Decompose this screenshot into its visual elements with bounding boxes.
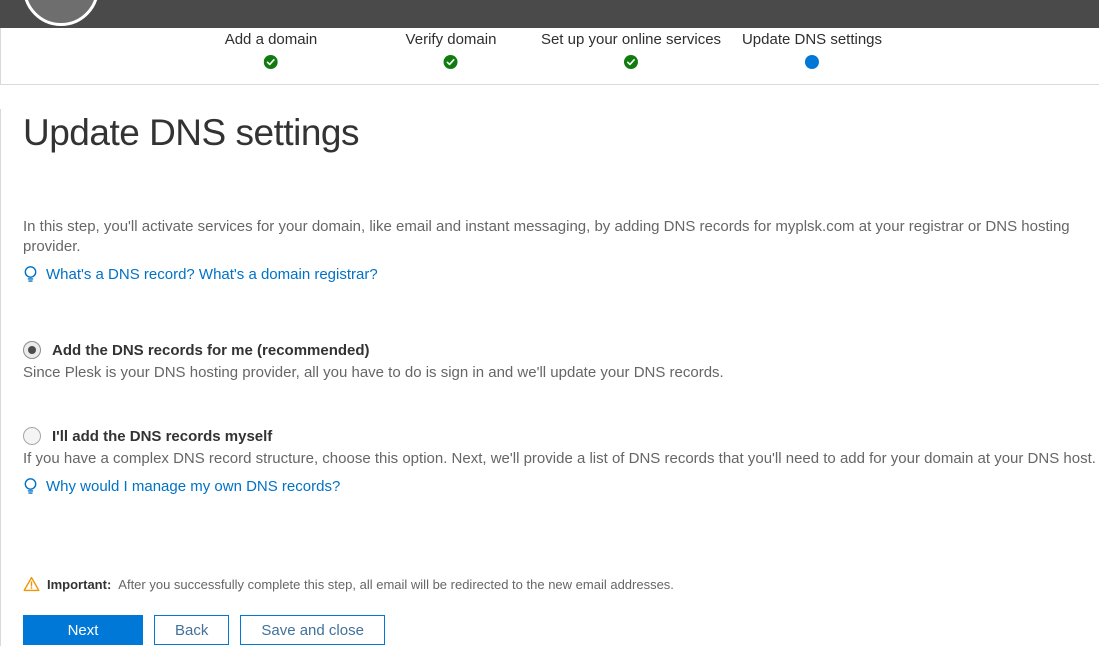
lightbulb-icon (23, 265, 38, 284)
manage-own-dns-link[interactable]: Why would I manage my own DNS records? (46, 478, 340, 495)
wizard-stepper: Add a domain Verify domain Set up your o… (0, 28, 1099, 85)
save-and-close-button[interactable]: Save and close (240, 615, 385, 645)
avatar[interactable] (23, 0, 99, 26)
step-label: Update DNS settings (742, 31, 882, 48)
step-set-up-online-services: Set up your online services (541, 31, 721, 69)
step-label: Add a domain (225, 31, 318, 48)
action-buttons: Next Back Save and close (23, 615, 1099, 645)
warning-triangle-icon (23, 576, 40, 592)
notice-label: Important: (47, 577, 111, 592)
step-label: Set up your online services (541, 31, 721, 48)
next-button[interactable]: Next (23, 615, 143, 645)
dns-record-help-link[interactable]: What's a DNS record? What's a domain reg… (46, 266, 378, 283)
option-add-records-for-me[interactable]: Add the DNS records for me (recommended) (23, 339, 1099, 361)
radio-add-records-myself[interactable] (23, 427, 41, 445)
step-add-a-domain: Add a domain (225, 31, 318, 69)
option-add-records-myself[interactable]: I'll add the DNS records myself (23, 425, 1099, 447)
manage-own-dns-help-row: Why would I manage my own DNS records? (23, 475, 1099, 497)
option-description: If you have a complex DNS record structu… (23, 449, 1099, 469)
intro-text: In this step, you'll activate services f… (23, 217, 1099, 257)
option-description: Since Plesk is your DNS hosting provider… (23, 363, 1099, 383)
step-current-dot-icon (805, 55, 819, 69)
page-title: Update DNS settings (23, 109, 1099, 157)
intro-help-row: What's a DNS record? What's a domain reg… (23, 263, 1099, 285)
option-label: Add the DNS records for me (recommended) (52, 342, 370, 359)
important-notice: Important: After you successfully comple… (23, 573, 1099, 595)
step-complete-check-icon (624, 55, 638, 69)
step-label: Verify domain (406, 31, 497, 48)
step-complete-check-icon (264, 55, 278, 69)
top-app-bar (0, 0, 1099, 28)
step-update-dns-settings: Update DNS settings (742, 31, 882, 69)
option-label: I'll add the DNS records myself (52, 428, 272, 445)
radio-add-records-for-me[interactable] (23, 341, 41, 359)
step-verify-domain: Verify domain (406, 31, 497, 69)
back-button[interactable]: Back (154, 615, 229, 645)
notice-text: After you successfully complete this ste… (118, 577, 674, 592)
lightbulb-icon (23, 477, 38, 496)
step-complete-check-icon (444, 55, 458, 69)
main-content: Update DNS settings In this step, you'll… (0, 109, 1099, 646)
